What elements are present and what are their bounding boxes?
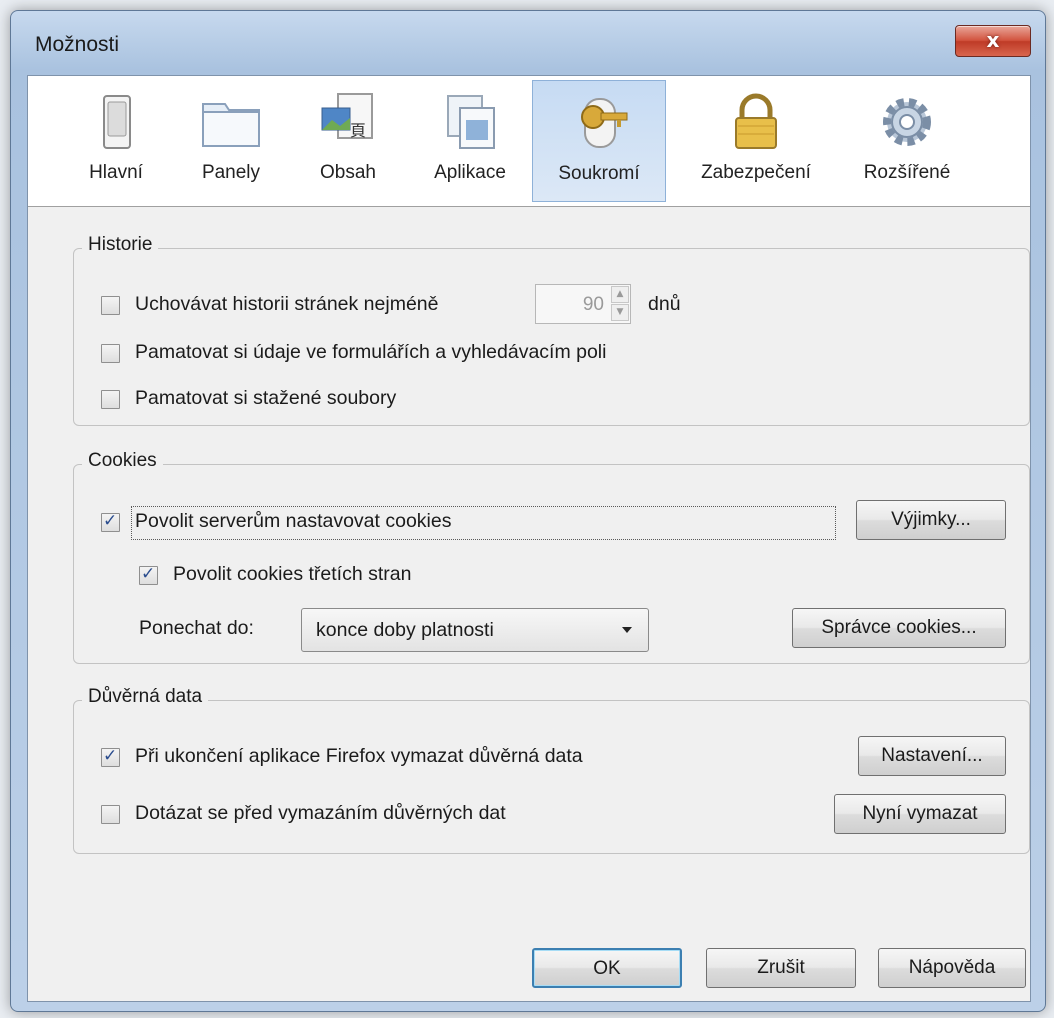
preference-toolbar: Hlavní Panely 頁 Obsah Aplikace Soukromí … xyxy=(28,76,1030,207)
pane-aplikace[interactable]: Aplikace xyxy=(418,80,522,200)
ask-before-clear-checkbox[interactable] xyxy=(101,805,120,824)
pane-label: Panely xyxy=(201,162,261,183)
options-window: Možnosti x Hlavní Panely 頁 Obsah Aplikac… xyxy=(10,10,1046,1012)
exceptions-button[interactable]: Výjimky... xyxy=(856,500,1006,540)
pane-label: Zabezpečení xyxy=(701,162,811,183)
svg-text:頁: 頁 xyxy=(350,121,366,140)
padlock-icon xyxy=(735,93,777,149)
remember-forms-checkbox[interactable] xyxy=(101,344,120,363)
ok-button[interactable]: OK xyxy=(532,948,682,988)
pane-label: Soukromí xyxy=(558,163,640,184)
close-button[interactable]: x xyxy=(955,25,1031,57)
clear-now-button[interactable]: Nyní vymazat xyxy=(834,794,1006,834)
window-title: Možnosti xyxy=(35,33,120,56)
cookie-manager-button[interactable]: Správce cookies... xyxy=(792,608,1006,648)
remember-downloads-checkbox[interactable] xyxy=(101,390,120,409)
third-party-cookies-label: Povolit cookies třetích stran xyxy=(173,563,412,585)
privacy-key-icon xyxy=(581,98,628,148)
remember-forms-label: Pamatovat si údaje ve formulářích a vyhl… xyxy=(135,341,607,363)
remember-downloads-label: Pamatovat si stažené soubory xyxy=(135,387,397,409)
pane-label: Aplikace xyxy=(434,162,506,183)
applications-icon xyxy=(447,95,495,149)
keep-history-checkbox[interactable] xyxy=(101,296,120,315)
keep-history-label: Uchovávat historii stránek nejméně xyxy=(135,293,439,315)
spin-down-icon[interactable]: ▼ xyxy=(611,304,629,321)
pane-label: Rozšířené xyxy=(863,162,951,183)
ask-before-clear-label: Dotázat se před vymazáním důvěrných dat xyxy=(135,802,506,824)
pane-soukromi[interactable]: Soukromí xyxy=(532,80,666,202)
pane-obsah[interactable]: 頁 Obsah xyxy=(304,80,392,200)
history-days-spinner[interactable]: 90 ▲ ▼ xyxy=(535,284,631,324)
allow-cookies-label: Povolit serverům nastavovat cookies xyxy=(135,510,452,532)
help-button[interactable]: Nápověda xyxy=(878,948,1026,988)
keep-until-select[interactable]: konce doby platnosti xyxy=(301,608,649,652)
chevron-down-icon xyxy=(622,627,632,633)
title-bar[interactable]: Možnosti x xyxy=(11,11,1045,73)
keep-until-label: Ponechat do: xyxy=(139,617,254,639)
close-icon: x xyxy=(986,28,1000,52)
cookies-group-title: Cookies xyxy=(82,450,163,472)
history-group-title: Historie xyxy=(82,234,159,256)
tabs-icon xyxy=(202,103,260,147)
days-unit-label: dnů xyxy=(648,293,681,315)
spinner-buttons[interactable]: ▲ ▼ xyxy=(611,286,629,322)
gear-icon xyxy=(883,98,931,146)
pane-label: Hlavní xyxy=(89,162,143,183)
allow-cookies-checkbox[interactable] xyxy=(101,511,120,532)
keep-until-value: konce doby platnosti xyxy=(316,619,494,641)
dialog-client: Hlavní Panely 頁 Obsah Aplikace Soukromí … xyxy=(27,75,1031,1002)
switch-icon xyxy=(103,95,131,149)
pane-hlavni[interactable]: Hlavní xyxy=(76,80,156,200)
private-data-settings-button[interactable]: Nastavení... xyxy=(858,736,1006,776)
clear-on-exit-label: Při ukončení aplikace Firefox vymazat dů… xyxy=(135,745,583,767)
spin-up-icon[interactable]: ▲ xyxy=(611,286,629,303)
private-data-group-title: Důvěrná data xyxy=(82,686,209,708)
history-days-value: 90 xyxy=(582,294,604,315)
pane-rozsirene[interactable]: Rozšířené xyxy=(840,80,974,200)
clear-on-exit-checkbox[interactable] xyxy=(101,746,120,767)
cancel-button[interactable]: Zrušit xyxy=(706,948,856,988)
third-party-cookies-checkbox[interactable] xyxy=(139,564,158,585)
content-icon: 頁 xyxy=(321,93,373,140)
pane-zabezpeceni[interactable]: Zabezpečení xyxy=(680,80,832,200)
pane-panely[interactable]: Panely xyxy=(186,80,276,200)
pane-label: Obsah xyxy=(320,162,376,183)
